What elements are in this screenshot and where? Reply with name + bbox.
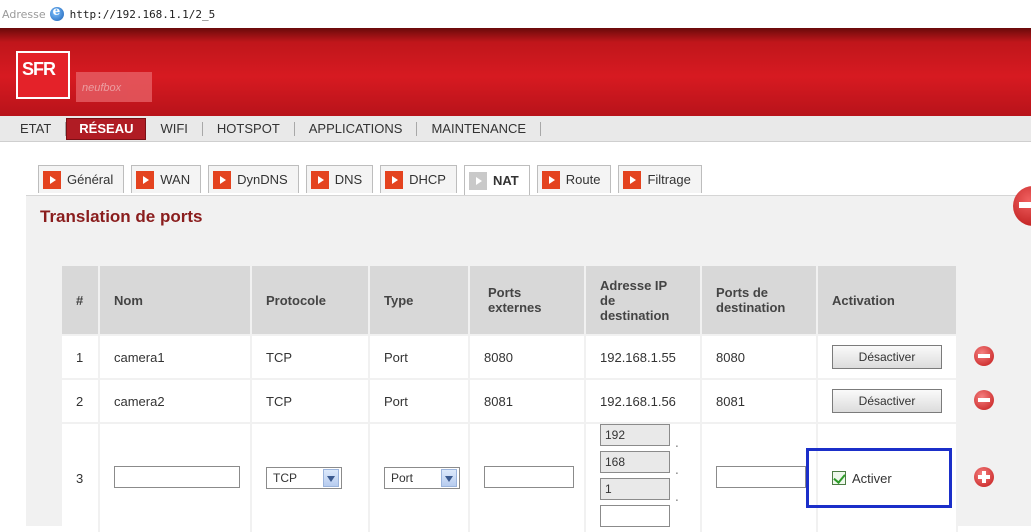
col-header-ports-destination: Ports de destination	[702, 266, 818, 334]
tab-general[interactable]: Général	[38, 165, 125, 193]
tab-label: DynDNS	[237, 172, 288, 187]
protocol-select[interactable]: TCP	[266, 467, 342, 489]
cell-ext-port: 8080	[470, 334, 586, 378]
ip-octet-2[interactable]: 168	[600, 451, 670, 473]
ie-page-icon	[49, 4, 64, 21]
tab-label: DNS	[334, 172, 363, 187]
arrow-right-icon	[541, 170, 560, 189]
cell-num: 1	[62, 334, 100, 378]
tab-dhcp[interactable]: DHCP	[380, 165, 457, 193]
ip-dot-separator: .	[675, 463, 679, 477]
nav-maintenance[interactable]: MAINTENANCE	[417, 121, 542, 136]
table-row: 1 camera1 TCP Port 8080 192.168.1.55 808…	[62, 334, 958, 378]
url-text[interactable]: http://192.168.1.1/2_5	[70, 8, 216, 21]
cell-activation: Désactiver	[818, 334, 958, 378]
protocol-value: TCP	[273, 471, 297, 485]
arrow-right-icon	[43, 170, 61, 189]
cell-dest-port: 8081	[702, 378, 818, 422]
nav-wifi[interactable]: WIFI	[146, 121, 203, 136]
tab-label: NAT	[492, 173, 519, 188]
address-label: Adresse	[2, 7, 46, 21]
top-nav: ETAT RÉSEAU WIFI HOTSPOT APPLICATIONS MA…	[0, 116, 1031, 142]
cell-type: Port	[370, 334, 470, 378]
deactivate-button[interactable]: Désactiver	[832, 389, 942, 413]
ext-port-input[interactable]	[484, 465, 574, 488]
cell-ext-port: 8081	[470, 378, 586, 422]
cell-name: camera2	[100, 378, 252, 422]
cell-dest-port	[702, 422, 818, 532]
tab-wan[interactable]: WAN	[131, 165, 202, 193]
add-rule-icon[interactable]	[974, 467, 994, 487]
type-select[interactable]: Port	[384, 467, 460, 489]
col-header-ports-externes: Ports externes	[470, 266, 586, 334]
nav-applications[interactable]: APPLICATIONS	[295, 121, 418, 136]
cell-num: 3	[62, 422, 100, 532]
highlight-annotation	[806, 448, 952, 508]
col-header-adresse-ip: Adresse IP de destination	[586, 266, 702, 334]
cell-ext-port	[470, 422, 586, 532]
tab-dns[interactable]: DNS	[305, 165, 374, 193]
arrow-right-icon	[213, 170, 232, 189]
deactivate-button[interactable]: Désactiver	[832, 345, 942, 369]
nav-reseau[interactable]: RÉSEAU	[66, 117, 147, 140]
cell-dest-ip: 192.168.1.55	[586, 334, 702, 378]
arrow-right-icon	[136, 170, 155, 189]
ip-octet-1[interactable]: 192	[600, 424, 670, 446]
tab-label: Route	[565, 172, 601, 187]
arrow-right-icon	[468, 171, 487, 190]
remove-rule-icon[interactable]	[974, 390, 994, 410]
tab-route[interactable]: Route	[536, 165, 612, 193]
ip-octet-4[interactable]	[600, 505, 670, 527]
tab-label: Général	[67, 172, 114, 187]
arrow-right-icon	[385, 170, 404, 189]
cell-dest-port: 8080	[702, 334, 818, 378]
col-header-nom: Nom	[100, 266, 252, 334]
tab-nat[interactable]: NAT	[463, 165, 530, 195]
cell-name	[100, 422, 252, 532]
name-input[interactable]	[114, 465, 240, 488]
tab-label: DHCP	[409, 172, 446, 187]
col-header-activation: Activation	[818, 266, 958, 334]
nav-hotspot[interactable]: HOTSPOT	[203, 121, 295, 136]
type-value: Port	[391, 471, 414, 485]
tab-filtrage[interactable]: Filtrage	[618, 165, 702, 193]
arrow-right-icon	[623, 170, 642, 189]
col-header-num: #	[62, 266, 100, 334]
chevron-down-icon	[323, 469, 339, 487]
cell-name: camera1	[100, 334, 252, 378]
sfr-logo: SFR	[16, 51, 70, 99]
remove-rule-icon[interactable]	[974, 346, 994, 366]
address-bar: Adresse http://192.168.1.1/2_5	[0, 0, 1031, 28]
col-header-type: Type	[370, 266, 470, 334]
header-banner: SFR neufbox	[0, 28, 1031, 116]
cell-protocol: TCP	[252, 378, 370, 422]
ip-dot-separator: .	[675, 490, 679, 504]
tab-label: WAN	[160, 172, 191, 187]
cell-activation: Désactiver	[818, 378, 958, 422]
ip-octet-3[interactable]: 1	[600, 478, 670, 500]
section-title: Translation de ports	[40, 207, 203, 226]
arrow-right-icon	[310, 170, 329, 189]
ip-dot-separator: .	[675, 436, 679, 450]
dest-port-input[interactable]	[716, 465, 806, 488]
cell-type: Port	[370, 378, 470, 422]
tab-label: Filtrage	[647, 172, 691, 187]
col-header-protocole: Protocole	[252, 266, 370, 334]
tab-dyndns[interactable]: DynDNS	[208, 165, 299, 193]
cell-num: 2	[62, 378, 100, 422]
cell-type: Port	[370, 422, 470, 532]
sub-tabs: Général WAN DynDNS DNS DHCP NAT Route Fi…	[38, 165, 702, 195]
chevron-down-icon	[441, 469, 457, 487]
cell-protocol: TCP	[252, 334, 370, 378]
cell-dest-ip: 192.168.1.56	[586, 378, 702, 422]
table-row: 2 camera2 TCP Port 8081 192.168.1.56 808…	[62, 378, 958, 422]
cell-dest-ip: 192 168 1	[586, 422, 702, 532]
neufbox-logo: neufbox	[76, 72, 152, 102]
nav-etat[interactable]: ETAT	[0, 121, 67, 136]
cell-protocol: TCP	[252, 422, 370, 532]
